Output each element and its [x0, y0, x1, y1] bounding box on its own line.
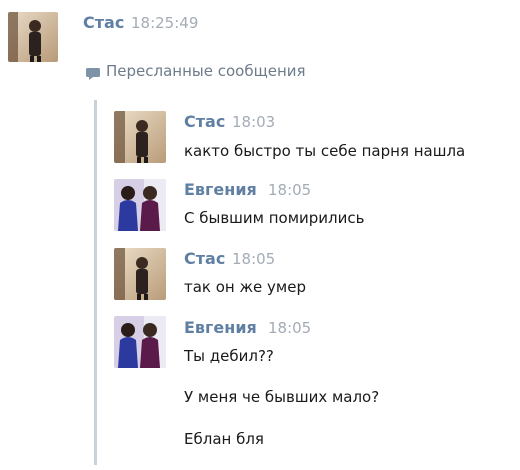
- message-timestamp: 18:25:49: [131, 14, 199, 32]
- message-text: так он же умер: [184, 278, 306, 296]
- avatar-stas[interactable]: [114, 248, 166, 300]
- message-timestamp: 18:05: [268, 319, 312, 337]
- author-name[interactable]: Стас: [184, 249, 225, 268]
- forwarded-header: Пересланные сообщения: [86, 62, 306, 80]
- message-text: Еблан бля: [184, 430, 264, 448]
- author-name[interactable]: Евгения: [184, 318, 257, 337]
- avatar-stas[interactable]: [114, 111, 166, 163]
- forwarded-quote-bar: [94, 100, 97, 465]
- message-text: както быстро ты себе парня нашла: [184, 142, 466, 160]
- author-name[interactable]: Стас: [184, 112, 225, 131]
- message-timestamp: 18:03: [232, 113, 276, 131]
- author-name[interactable]: Евгения: [184, 180, 257, 199]
- avatar-evgenia[interactable]: [114, 179, 166, 231]
- author-name[interactable]: Стас: [83, 13, 124, 32]
- message-text: Ты дебил??: [184, 347, 274, 365]
- avatar-stas-main[interactable]: [8, 12, 58, 62]
- forwarded-message-icon: [86, 65, 100, 80]
- message-text: У меня че бывших мало?: [184, 388, 380, 406]
- message-timestamp: 18:05: [232, 250, 276, 268]
- dialog-view: Стас 18:25:49 Пересланные сообщения Стас…: [0, 0, 520, 470]
- message-text: С бывшим помирились: [184, 209, 365, 227]
- avatar-evgenia[interactable]: [114, 316, 166, 368]
- forwarded-label: Пересланные сообщения: [106, 62, 306, 80]
- message-timestamp: 18:05: [268, 181, 312, 199]
